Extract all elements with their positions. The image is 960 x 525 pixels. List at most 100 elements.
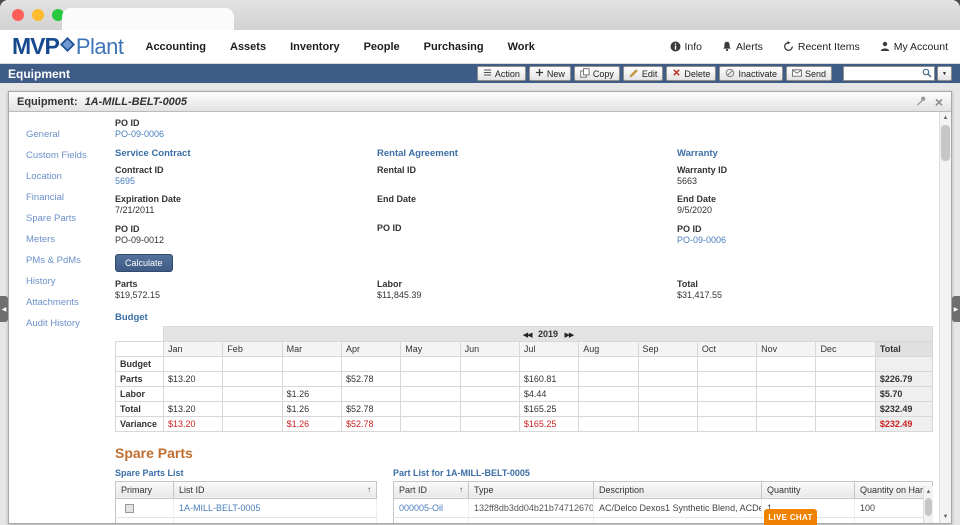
action-button[interactable]: Action bbox=[477, 66, 526, 81]
nav-item-purchasing[interactable]: Purchasing bbox=[424, 41, 484, 53]
part-list-scroll-thumb[interactable] bbox=[925, 498, 932, 516]
grand-total-label: Total bbox=[677, 279, 933, 290]
sidebar-item-attachments[interactable]: Attachments bbox=[9, 292, 109, 313]
edit-button[interactable]: Edit bbox=[623, 66, 664, 81]
sidebar-item-audit-history[interactable]: Audit History bbox=[9, 313, 109, 334]
po-id-top-link[interactable]: PO-09-0006 bbox=[115, 129, 164, 139]
part-list-scrollbar[interactable]: ▲ bbox=[923, 486, 933, 524]
delete-label: Delete bbox=[684, 69, 710, 79]
window-controls bbox=[12, 9, 64, 21]
search-icon[interactable] bbox=[922, 65, 932, 83]
scroll-up-icon[interactable]: ▲ bbox=[940, 112, 951, 124]
search-area: ▼ bbox=[843, 66, 952, 81]
sort-asc-icon[interactable]: ↑ bbox=[459, 485, 463, 494]
main-scrollbar[interactable]: ▲ ▼ bbox=[939, 112, 951, 523]
scroll-down-icon[interactable]: ▼ bbox=[940, 511, 951, 523]
list-id-link[interactable]: 1A-MILL-BELT-0005 bbox=[179, 503, 260, 513]
collapse-left-handle[interactable]: ◀ bbox=[0, 296, 8, 322]
sidebar-item-history[interactable]: History bbox=[9, 271, 109, 292]
record-panel-header: Equipment: 1A-MILL-BELT-0005 × bbox=[9, 92, 951, 112]
main-scroll-thumb[interactable] bbox=[941, 125, 950, 161]
sidebar-item-pms-pdms[interactable]: PMs & PdMs bbox=[9, 250, 109, 271]
nav-item-work[interactable]: Work bbox=[508, 41, 535, 53]
month-header: Oct bbox=[697, 341, 756, 356]
sidebar-item-spare-parts[interactable]: Spare Parts bbox=[9, 208, 109, 229]
part-qoh: 13 bbox=[855, 517, 933, 523]
part-id-column-header[interactable]: Part ID↑ bbox=[394, 481, 469, 498]
sidebar-item-meters[interactable]: Meters bbox=[9, 229, 109, 250]
nav-item-inventory[interactable]: Inventory bbox=[290, 41, 340, 53]
pin-icon[interactable] bbox=[916, 93, 927, 111]
sidebar-item-financial[interactable]: Financial bbox=[9, 187, 109, 208]
sidebar-item-location[interactable]: Location bbox=[9, 166, 109, 187]
copy-button[interactable]: Copy bbox=[574, 66, 620, 81]
quantity-column-header[interactable]: Quantity bbox=[762, 481, 855, 498]
sort-asc-icon[interactable]: ↑ bbox=[367, 485, 371, 494]
nav-item-accounting[interactable]: Accounting bbox=[146, 41, 207, 53]
record-title-value: 1A-MILL-BELT-0005 bbox=[85, 96, 187, 108]
action-label: Action bbox=[495, 69, 520, 79]
scroll-up-icon[interactable]: ▲ bbox=[924, 486, 933, 498]
sidebar-item-custom-fields[interactable]: Custom Fields bbox=[9, 145, 109, 166]
record-title: Equipment: 1A-MILL-BELT-0005 bbox=[17, 96, 187, 108]
record-title-label: Equipment: bbox=[17, 96, 78, 108]
list-id-column-header[interactable]: List ID↑ bbox=[174, 481, 377, 498]
collapse-right-handle[interactable]: ▶ bbox=[952, 296, 960, 322]
record-sidebar: General Custom Fields Location Financial… bbox=[9, 112, 109, 523]
close-window-button[interactable] bbox=[12, 9, 24, 21]
collapse-left-icon: ◀ bbox=[2, 306, 7, 313]
list-id-link[interactable]: Filing-001 bbox=[179, 522, 219, 523]
new-button[interactable]: New bbox=[529, 66, 571, 81]
close-panel-icon[interactable]: × bbox=[935, 97, 943, 107]
inactivate-button[interactable]: Inactivate bbox=[719, 66, 783, 81]
send-button[interactable]: Send bbox=[786, 66, 832, 81]
warranty-end-date-value: 9/5/2020 bbox=[677, 205, 933, 216]
budget-table: ◀◀ 2019 ▶▶ Jan Feb Mar Apr May bbox=[115, 326, 933, 432]
rental-po-id-value bbox=[377, 234, 677, 245]
year-next-icon[interactable]: ▶▶ bbox=[565, 332, 574, 339]
browser-chrome bbox=[0, 0, 960, 30]
budget-row-budget: Budget bbox=[116, 356, 933, 371]
nav-item-assets[interactable]: Assets bbox=[230, 41, 266, 53]
record-panel-body: General Custom Fields Location Financial… bbox=[9, 112, 951, 523]
type-column-header[interactable]: Type bbox=[469, 481, 594, 498]
primary-checkbox[interactable] bbox=[125, 504, 134, 513]
month-header: Feb bbox=[223, 341, 282, 356]
spare-parts-heading: Spare Parts bbox=[115, 445, 933, 461]
mvpplant-logo[interactable]: MVP Plant bbox=[12, 33, 124, 60]
sidebar-item-general[interactable]: General bbox=[9, 124, 109, 145]
minimize-window-button[interactable] bbox=[32, 9, 44, 21]
live-chat-button[interactable]: LIVE CHAT bbox=[764, 509, 817, 525]
spare-parts-list-section: Spare Parts List Primary List ID↑ 1A-MIL… bbox=[115, 468, 377, 524]
my-account-menu[interactable]: My Account bbox=[880, 41, 948, 53]
browser-tab[interactable] bbox=[62, 8, 234, 30]
search-box bbox=[843, 66, 935, 81]
edit-pencil-icon bbox=[629, 68, 639, 80]
part-id-link[interactable]: 000005-Roller bbox=[399, 522, 456, 524]
year-prev-icon[interactable]: ◀◀ bbox=[523, 332, 532, 339]
calculate-button[interactable]: Calculate bbox=[115, 254, 173, 272]
alerts-menu[interactable]: Alerts bbox=[722, 41, 763, 53]
qoh-column-header[interactable]: Quantity on Hand bbox=[855, 481, 933, 498]
recent-items-menu[interactable]: Recent Items bbox=[783, 41, 860, 53]
description-column-header[interactable]: Description bbox=[594, 481, 762, 498]
warranty-po-id-label: PO ID bbox=[677, 224, 933, 235]
info-menu[interactable]: Info bbox=[670, 41, 703, 53]
collapse-right-icon: ▶ bbox=[954, 306, 959, 313]
contract-columns: Service Contract Contract ID 5695 Expira… bbox=[115, 148, 933, 254]
alerts-label: Alerts bbox=[736, 41, 763, 53]
budget-row-variance: Variance $13.20$1.26$52.78$165.25 $232.4… bbox=[116, 416, 933, 431]
record-toolbar: Action New Copy Edit Delete Inactivate bbox=[477, 66, 952, 81]
delete-button[interactable]: Delete bbox=[666, 66, 716, 81]
utility-menu: Info Alerts Recent Items My Account bbox=[670, 41, 949, 53]
info-icon bbox=[670, 41, 681, 52]
nav-item-people[interactable]: People bbox=[364, 41, 400, 53]
month-header: Nov bbox=[757, 341, 816, 356]
search-input[interactable] bbox=[846, 69, 922, 79]
contract-id-link[interactable]: 5695 bbox=[115, 176, 135, 186]
labor-total-value: $11,845.39 bbox=[377, 290, 677, 301]
search-options-dropdown[interactable]: ▼ bbox=[937, 66, 952, 81]
rental-id-value bbox=[377, 176, 677, 187]
part-id-link[interactable]: 000005-Oil bbox=[399, 503, 443, 513]
warranty-po-id-link[interactable]: PO-09-0006 bbox=[677, 235, 726, 245]
